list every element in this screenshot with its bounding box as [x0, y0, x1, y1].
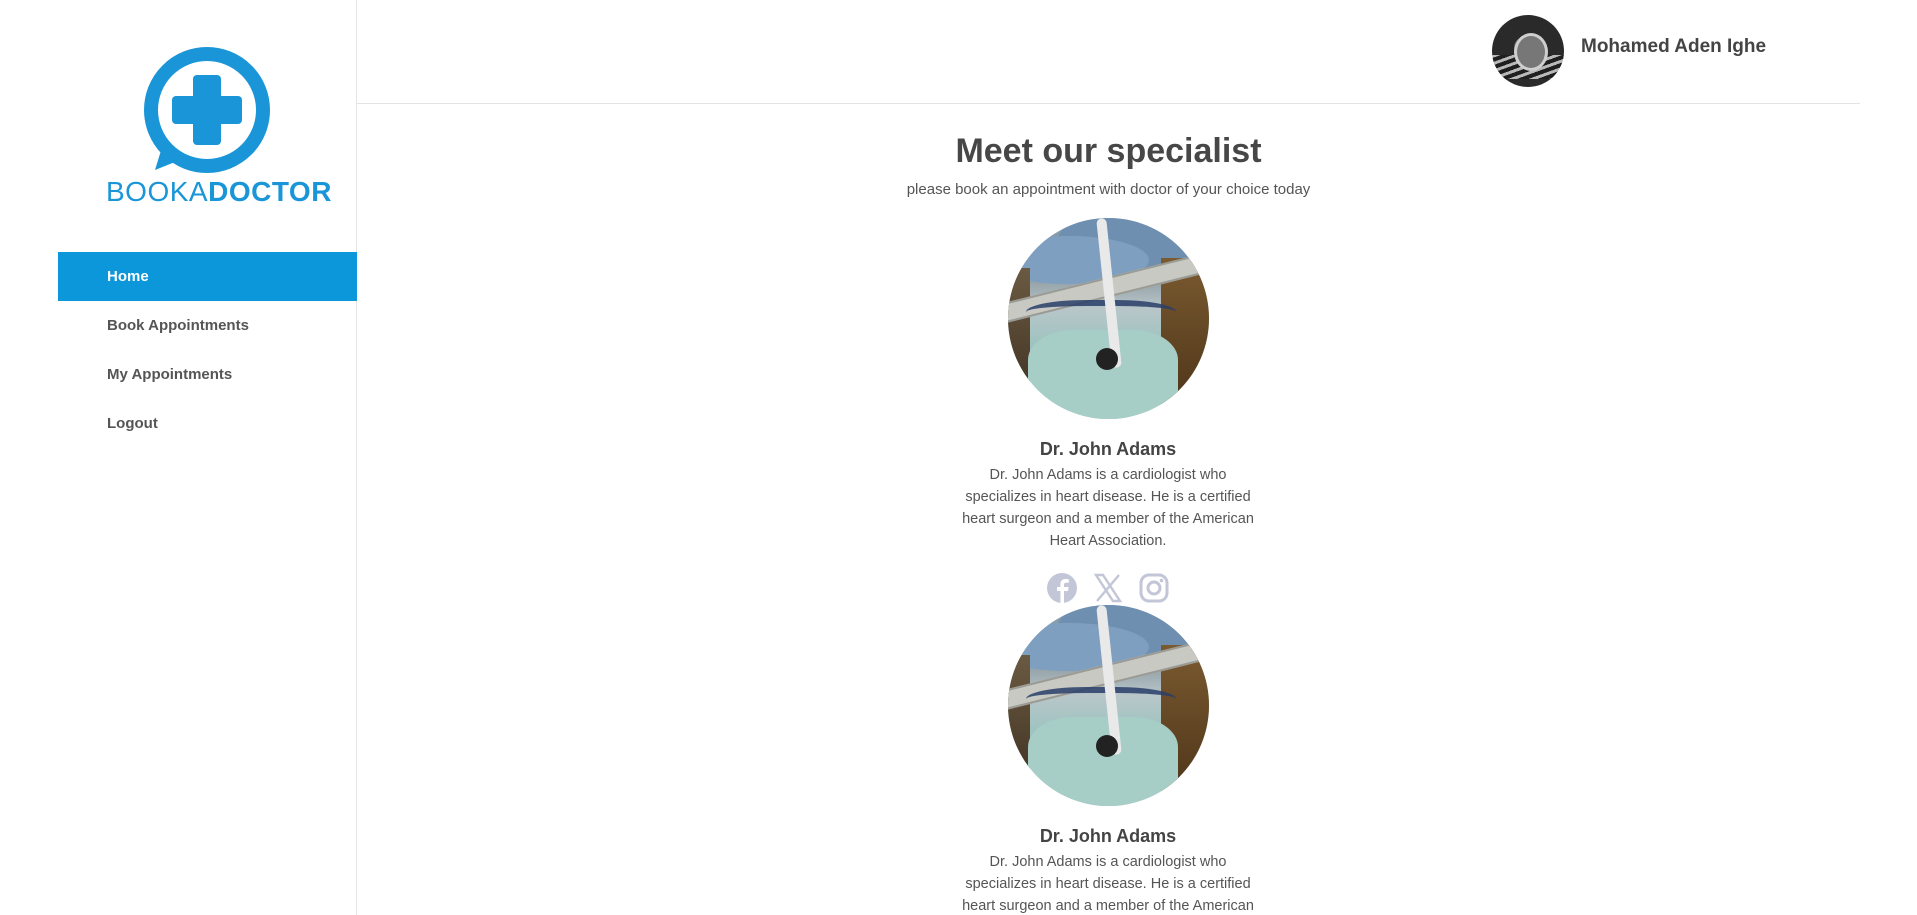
sidebar-item-book-appointments[interactable]: Book Appointments: [58, 301, 357, 350]
user-avatar[interactable]: [1492, 15, 1564, 87]
doctor-bio: Dr. John Adams is a cardiologist who spe…: [962, 467, 1254, 549]
doctor-name: Dr. John Adams: [1039, 826, 1177, 846]
sidebar-item-home[interactable]: Home: [58, 252, 357, 301]
instagram-icon[interactable]: [1138, 572, 1170, 604]
doctor-bio: Dr. John Adams is a cardiologist who spe…: [962, 854, 1254, 914]
page-subtitle: please book an appointment with doctor o…: [906, 181, 1311, 198]
doctor-photo: [1007, 605, 1209, 806]
sidebar-item-my-appointments[interactable]: My Appointments: [58, 350, 357, 399]
doctor-name: Dr. John Adams: [1039, 439, 1177, 459]
booka-doctor-logo[interactable]: BOOKADOCTOR: [106, 46, 332, 208]
page-title: Meet our specialist: [955, 132, 1262, 170]
sidebar-item-logout[interactable]: Logout: [58, 399, 357, 448]
sidebar: BOOKADOCTOR Home Book Appointments My Ap…: [0, 0, 357, 915]
medical-cross-bubble-icon: [144, 47, 270, 173]
doctor-card: Dr. John Adams Dr. John Adams is a cardi…: [958, 605, 1258, 915]
main-content: Meet our specialist please book an appoi…: [357, 104, 1860, 915]
facebook-icon[interactable]: [1046, 572, 1078, 604]
x-icon[interactable]: [1092, 572, 1124, 604]
doctor-photo: [1007, 218, 1209, 419]
doctor-card: Dr. John Adams Dr. John Adams is a cardi…: [958, 218, 1258, 604]
top-header: Mohamed Aden Ighe: [357, 0, 1860, 104]
user-name[interactable]: Mohamed Aden Ighe: [1581, 36, 1766, 58]
logo-wordmark: BOOKADOCTOR: [106, 176, 332, 207]
sidebar-nav: Home Book Appointments My Appointments L…: [58, 252, 357, 448]
social-links: [958, 572, 1258, 604]
